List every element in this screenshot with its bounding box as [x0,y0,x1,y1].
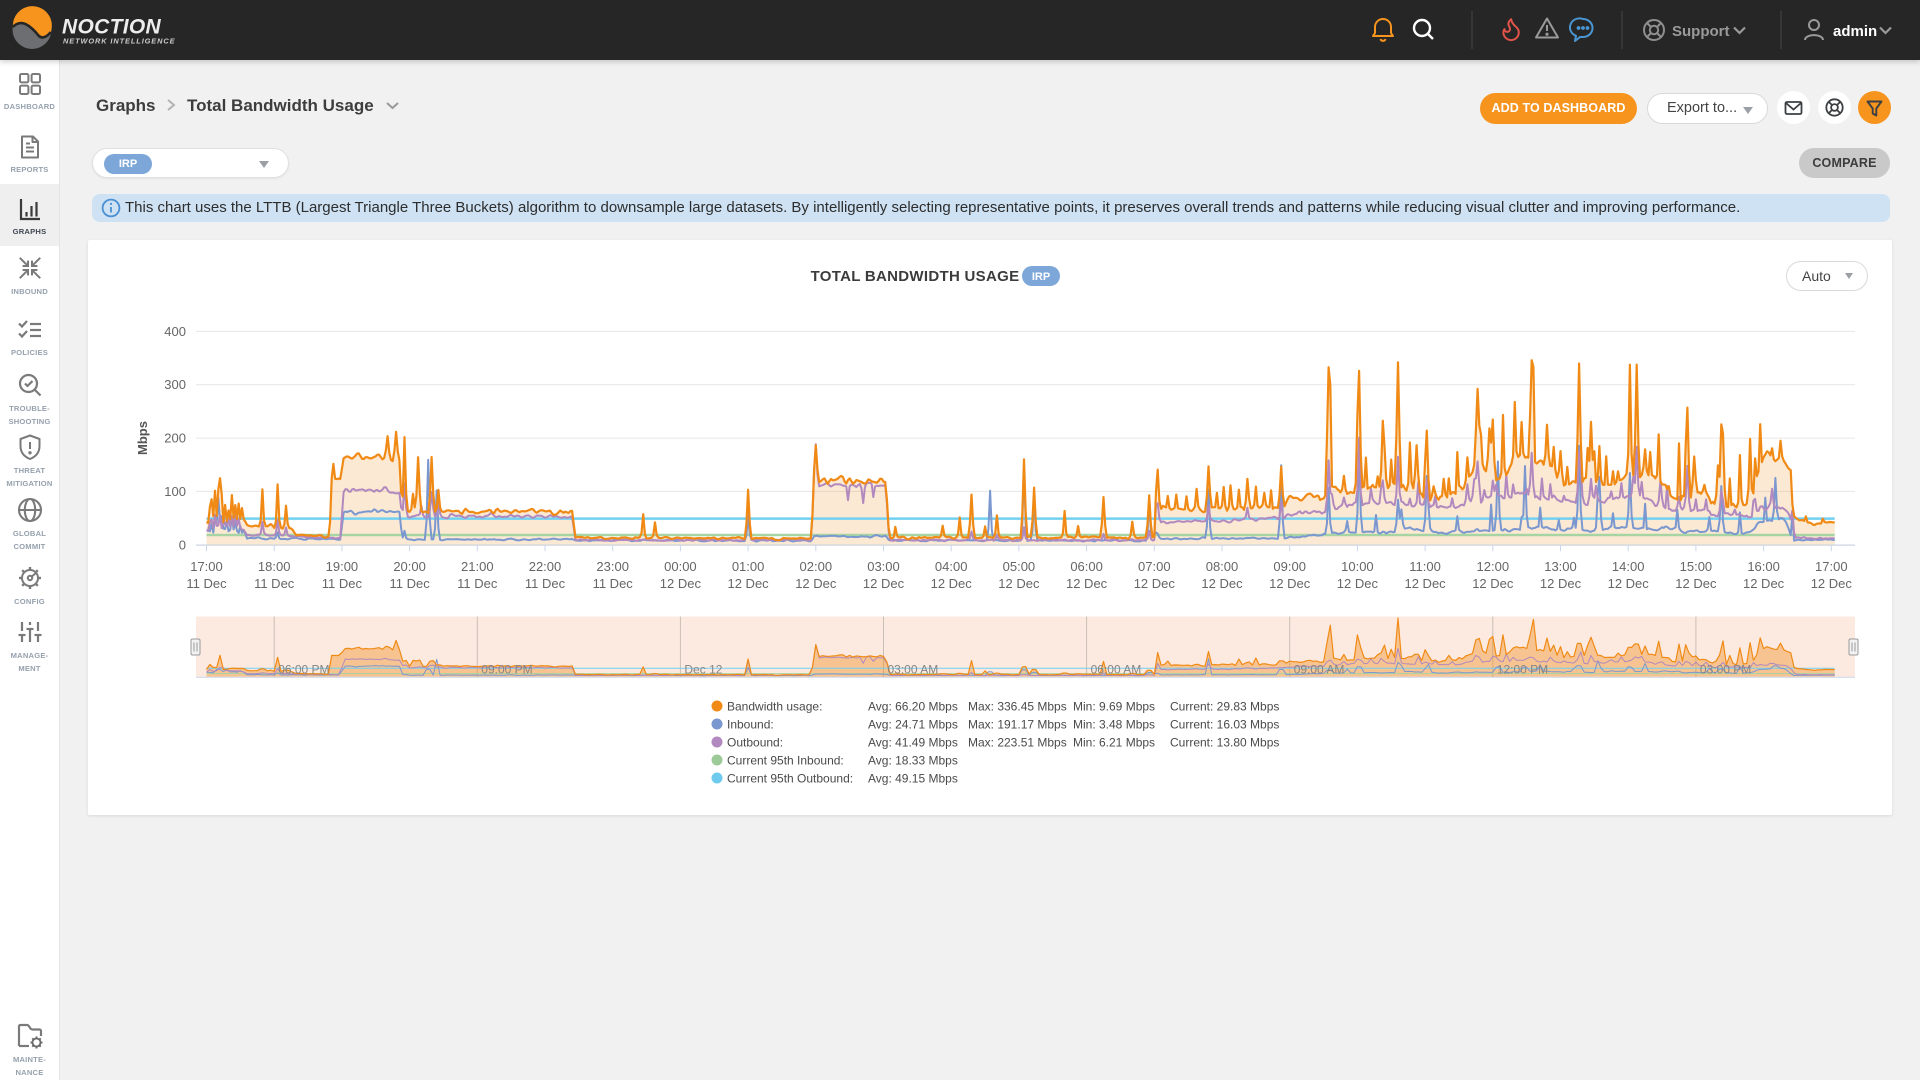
svg-text:12 Dec: 12 Dec [1540,576,1582,591]
svg-text:11:00: 11:00 [1409,559,1441,574]
svg-text:NETWORK INTELLIGENCE: NETWORK INTELLIGENCE [63,37,176,46]
svg-text:03:00 AM: 03:00 AM [888,663,939,677]
svg-text:06:00 AM: 06:00 AM [1091,663,1142,677]
svg-text:TOTAL BANDWIDTH USAGE: TOTAL BANDWIDTH USAGE [811,268,1020,285]
svg-text:06:00 PM: 06:00 PM [278,663,329,677]
svg-text:03:00 PM: 03:00 PM [1700,663,1751,677]
svg-text:Mbps: Mbps [135,421,150,455]
svg-text:21:00: 21:00 [461,559,494,574]
svg-text:23:00: 23:00 [596,559,629,574]
svg-text:12 Dec: 12 Dec [1134,576,1176,591]
svg-text:14:00: 14:00 [1612,559,1645,574]
svg-text:12 Dec: 12 Dec [998,576,1040,591]
svg-text:Support: Support [1672,23,1730,40]
svg-text:Avg: 66.20 Mbps: Avg: 66.20 Mbps [868,700,958,714]
svg-text:01:00: 01:00 [732,559,765,574]
svg-text:12 Dec: 12 Dec [863,576,905,591]
svg-text:05:00: 05:00 [1003,559,1036,574]
svg-text:03:00: 03:00 [867,559,900,574]
svg-text:10:00: 10:00 [1341,559,1374,574]
svg-text:09:00: 09:00 [1273,559,1306,574]
svg-text:IRP: IRP [1032,271,1050,283]
svg-text:200: 200 [164,431,186,446]
svg-text:12 Dec: 12 Dec [1472,576,1514,591]
svg-text:12 Dec: 12 Dec [1743,576,1785,591]
svg-text:12 Dec: 12 Dec [1404,576,1446,591]
svg-text:17:00: 17:00 [190,559,223,574]
svg-text:Min: 9.69 Mbps: Min: 9.69 Mbps [1073,700,1155,714]
svg-text:19:00: 19:00 [326,559,359,574]
svg-text:0: 0 [179,537,186,552]
svg-text:Max: 336.45 Mbps: Max: 336.45 Mbps [968,700,1067,714]
svg-text:11 Dec: 11 Dec [593,576,634,591]
svg-text:12 Dec: 12 Dec [660,576,702,591]
svg-text:Max: 223.51 Mbps: Max: 223.51 Mbps [968,736,1067,750]
svg-text:12 Dec: 12 Dec [1811,576,1853,591]
svg-text:20:00: 20:00 [393,559,426,574]
svg-text:06:00: 06:00 [1070,559,1103,574]
svg-text:Min: 3.48 Mbps: Min: 3.48 Mbps [1073,718,1155,732]
svg-text:Avg: 18.33 Mbps: Avg: 18.33 Mbps [868,754,958,768]
svg-text:12 Dec: 12 Dec [1608,576,1650,591]
svg-text:11 Dec: 11 Dec [389,576,430,591]
svg-text:16:00: 16:00 [1747,559,1780,574]
svg-text:12 Dec: 12 Dec [1269,576,1311,591]
svg-text:admin: admin [1833,23,1877,40]
svg-text:12 Dec: 12 Dec [1201,576,1243,591]
svg-text:Outbound:: Outbound: [727,736,783,750]
svg-text:02:00: 02:00 [800,559,833,574]
svg-text:12:00: 12:00 [1477,559,1510,574]
svg-text:12 Dec: 12 Dec [1675,576,1717,591]
svg-text:12 Dec: 12 Dec [727,576,769,591]
svg-text:11 Dec: 11 Dec [186,576,227,591]
svg-text:12:00 PM: 12:00 PM [1497,663,1548,677]
svg-text:Current 95th Inbound:: Current 95th Inbound: [727,754,844,768]
svg-text:Bandwidth usage:: Bandwidth usage: [727,700,822,714]
svg-text:12 Dec: 12 Dec [795,576,837,591]
svg-text:Avg: 41.49 Mbps: Avg: 41.49 Mbps [868,736,958,750]
svg-text:Current: 13.80 Mbps: Current: 13.80 Mbps [1170,736,1279,750]
svg-text:12 Dec: 12 Dec [931,576,973,591]
svg-text:09:00 PM: 09:00 PM [481,663,532,677]
svg-text:07:00: 07:00 [1138,559,1171,574]
svg-text:Min: 6.21 Mbps: Min: 6.21 Mbps [1073,736,1155,750]
svg-text:11 Dec: 11 Dec [254,576,295,591]
svg-text:Auto: Auto [1802,268,1831,284]
svg-text:100: 100 [164,484,186,499]
svg-text:Max: 191.17 Mbps: Max: 191.17 Mbps [968,718,1067,732]
svg-text:04:00: 04:00 [935,559,968,574]
svg-text:Dec 12: Dec 12 [684,663,722,677]
svg-text:22:00: 22:00 [529,559,562,574]
svg-text:12 Dec: 12 Dec [1337,576,1379,591]
svg-text:Current 95th Outbound:: Current 95th Outbound: [727,772,853,786]
svg-text:11 Dec: 11 Dec [525,576,566,591]
svg-text:11 Dec: 11 Dec [457,576,498,591]
svg-text:17:00: 17:00 [1815,559,1848,574]
svg-text:09:00 AM: 09:00 AM [1294,663,1345,677]
svg-text:Avg: 24.71 Mbps: Avg: 24.71 Mbps [868,718,958,732]
svg-text:12 Dec: 12 Dec [1066,576,1108,591]
svg-text:08:00: 08:00 [1206,559,1239,574]
svg-text:NOCTION: NOCTION [62,16,161,39]
svg-text:Avg: 49.15 Mbps: Avg: 49.15 Mbps [868,772,958,786]
svg-text:11 Dec: 11 Dec [322,576,363,591]
svg-text:400: 400 [164,324,186,339]
svg-text:00:00: 00:00 [664,559,697,574]
svg-text:13:00: 13:00 [1544,559,1577,574]
svg-text:18:00: 18:00 [258,559,291,574]
svg-text:Current: 16.03 Mbps: Current: 16.03 Mbps [1170,718,1279,732]
svg-text:300: 300 [164,377,186,392]
svg-text:Current: 29.83 Mbps: Current: 29.83 Mbps [1170,700,1279,714]
svg-text:Inbound:: Inbound: [727,718,774,732]
svg-text:15:00: 15:00 [1680,559,1713,574]
